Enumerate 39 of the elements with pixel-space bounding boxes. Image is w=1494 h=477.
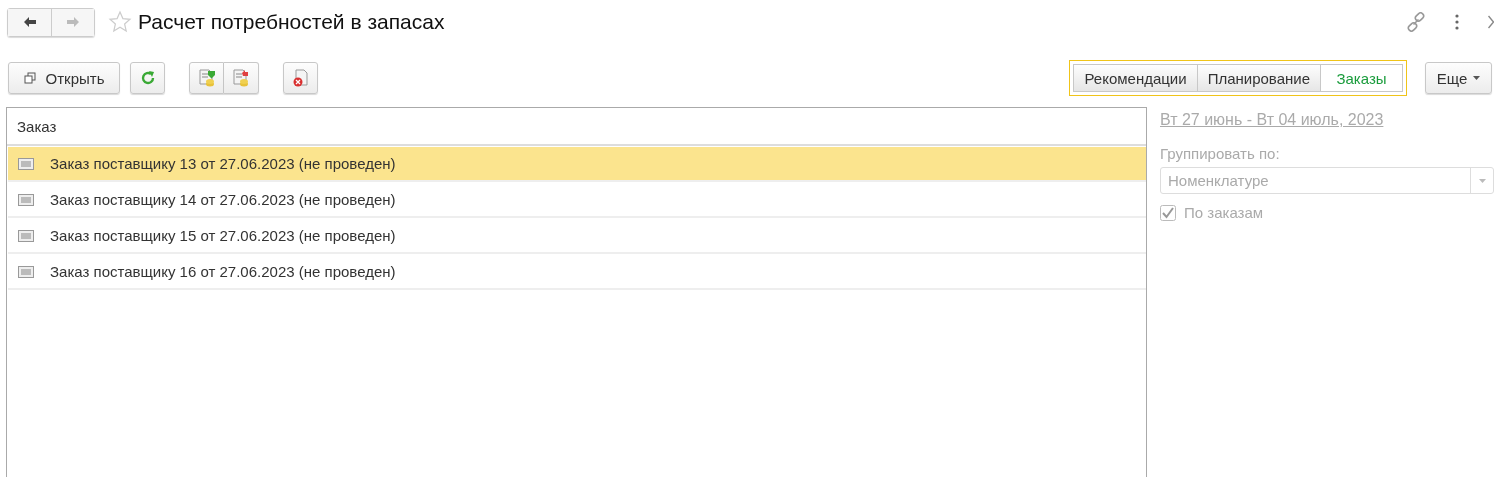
refresh-icon xyxy=(139,70,156,86)
row-text: Заказ поставщику 16 от 27.06.2023 (не проведен) xyxy=(50,263,396,280)
left-arrow-icon xyxy=(22,16,37,28)
back-button[interactable] xyxy=(8,8,51,36)
row-text: Заказ поставщику 13 от 27.06.2023 (не проведен) xyxy=(50,155,396,172)
windows-icon xyxy=(23,72,36,84)
refresh-button[interactable] xyxy=(130,62,165,94)
row-text: Заказ поставщику 14 от 27.06.2023 (не проведен) xyxy=(50,191,396,208)
unpost-button[interactable] xyxy=(224,62,259,94)
document-icon xyxy=(18,265,34,278)
document-delete-icon xyxy=(291,69,310,87)
document-coins-icon xyxy=(232,69,250,87)
tab[interactable]: Планирование xyxy=(1197,64,1321,92)
tab[interactable]: Заказы xyxy=(1321,64,1403,92)
open-button[interactable]: Открыть xyxy=(8,62,120,94)
row-text: Заказ поставщику 15 от 27.06.2023 (не проведен) xyxy=(50,227,396,244)
table-row[interactable]: Заказ поставщику 14 от 27.06.2023 (не проведен) xyxy=(8,183,1146,218)
caret-icon xyxy=(1473,76,1481,80)
table-row[interactable]: Заказ поставщику 15 от 27.06.2023 (не проведен) xyxy=(8,219,1146,254)
table-row[interactable]: Заказ поставщику 16 от 27.06.2023 (не проведен) xyxy=(8,255,1146,290)
more-button[interactable]: Еще xyxy=(1425,62,1492,94)
star-icon[interactable] xyxy=(108,10,132,34)
document-icon xyxy=(18,157,34,170)
tab[interactable]: Рекомендации xyxy=(1073,64,1198,92)
checkbox-label: По заказам xyxy=(1184,204,1264,221)
document-icon xyxy=(18,193,34,206)
right-arrow-icon xyxy=(66,16,80,28)
link-icon[interactable] xyxy=(1406,12,1426,32)
post-button[interactable] xyxy=(189,62,224,94)
caret-icon xyxy=(1478,178,1486,183)
document-coins-icon xyxy=(197,69,216,87)
field-label: Группировать по: xyxy=(1160,145,1281,162)
table-row[interactable]: Заказ поставщику 13 от 27.06.2023 (не проведен) xyxy=(8,147,1146,182)
document-icon xyxy=(18,229,34,242)
delete-button[interactable] xyxy=(283,62,318,94)
chevron-icon[interactable] xyxy=(1488,15,1494,29)
column-header: Заказ xyxy=(16,117,57,135)
window-title: Расчет потребностей в запасах xyxy=(138,10,445,34)
more-icon[interactable] xyxy=(1454,14,1460,30)
